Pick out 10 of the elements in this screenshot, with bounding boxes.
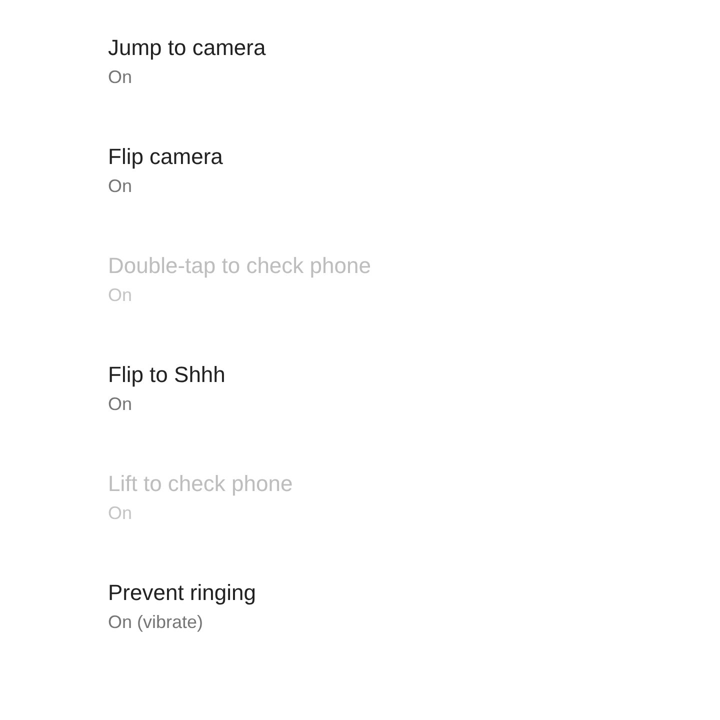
setting-summary: On bbox=[108, 284, 132, 307]
setting-title[interactable]: Prevent ringing bbox=[108, 578, 256, 608]
setting-title[interactable]: Flip to Shhh bbox=[108, 360, 226, 390]
setting-summary: On bbox=[108, 66, 132, 89]
setting-summary: On bbox=[108, 502, 132, 525]
setting-summary: On (vibrate) bbox=[108, 611, 204, 634]
setting-summary: On bbox=[108, 175, 132, 198]
setting-title[interactable]: Flip camera bbox=[108, 142, 223, 172]
setting-summary: On bbox=[108, 393, 132, 416]
setting-title[interactable]: Jump to camera bbox=[108, 33, 266, 63]
